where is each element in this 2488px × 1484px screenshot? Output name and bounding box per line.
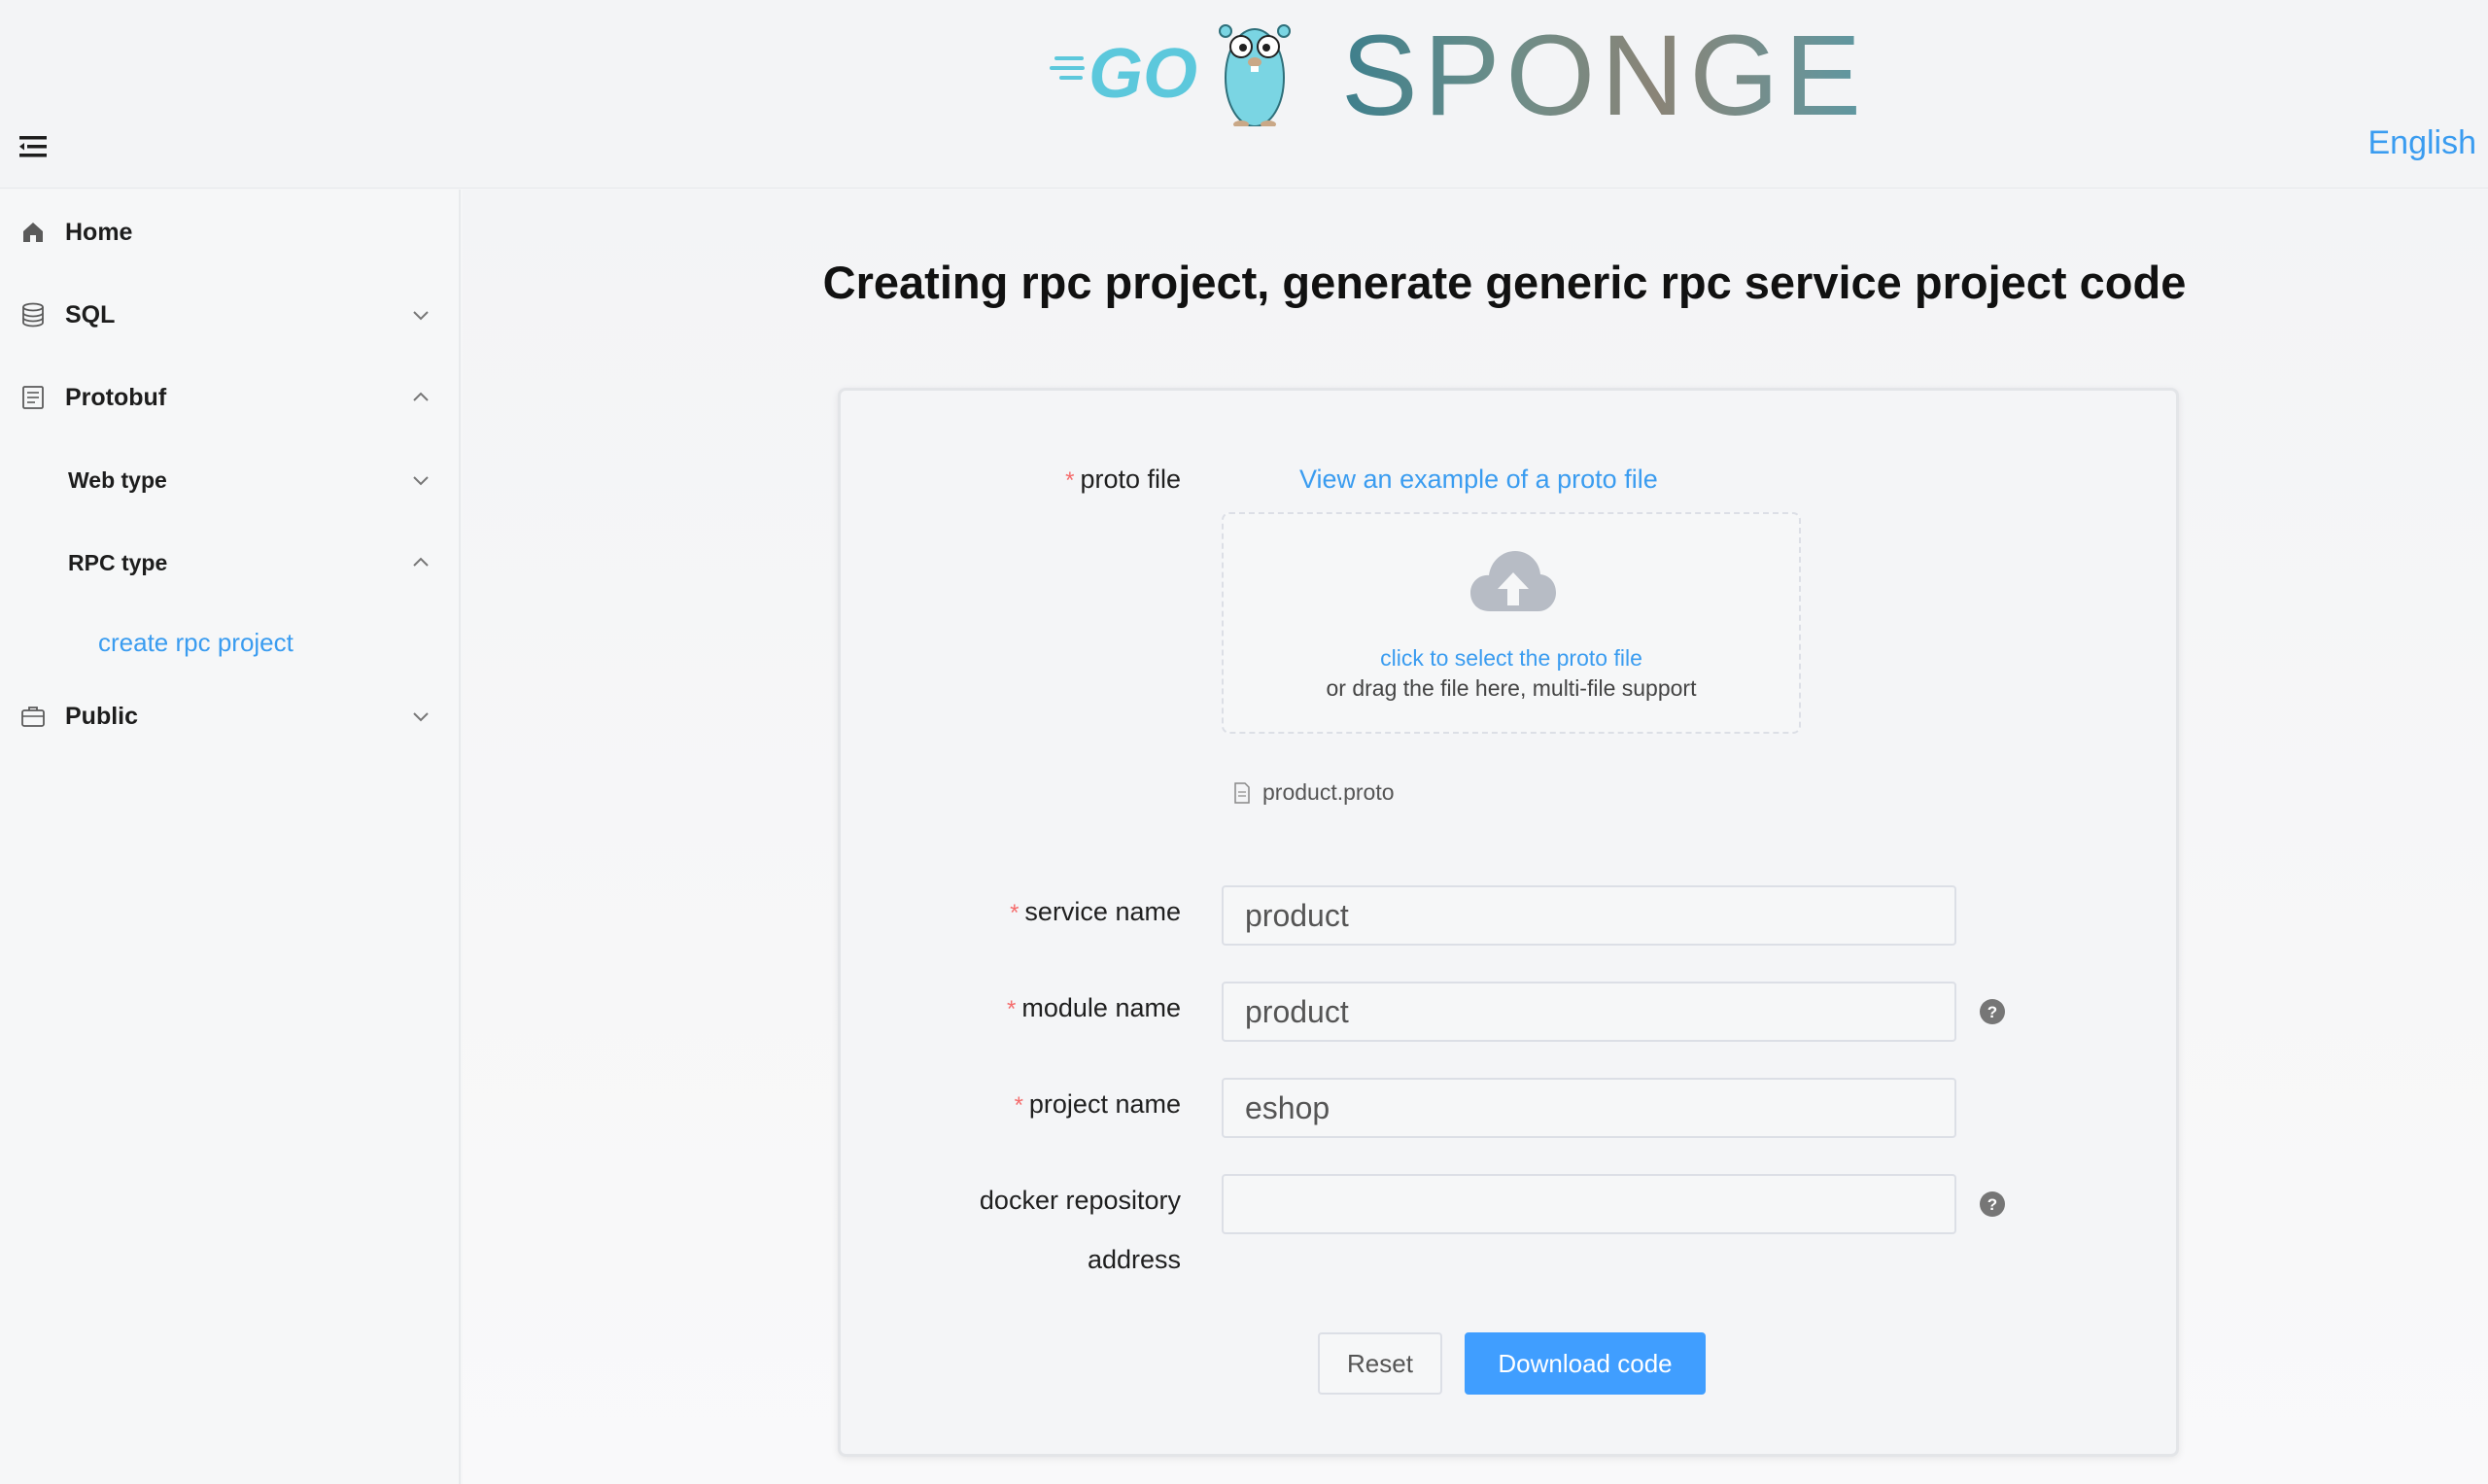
briefcase-icon xyxy=(21,707,45,727)
project-name-input[interactable] xyxy=(1222,1078,1956,1138)
chevron-up-icon xyxy=(413,392,429,401)
svg-text:GO: GO xyxy=(1088,35,1197,113)
database-icon xyxy=(22,302,44,328)
sidebar-item-home[interactable]: Home xyxy=(0,198,459,266)
reset-button[interactable]: Reset xyxy=(1318,1332,1442,1395)
docker-repository-label: docker repository xyxy=(979,1186,1181,1215)
service-name-input[interactable] xyxy=(1222,885,1956,946)
view-proto-example-link[interactable]: View an example of a proto file xyxy=(1299,465,1658,495)
document-icon xyxy=(22,386,44,409)
svg-text:?: ? xyxy=(1987,1003,1997,1021)
module-name-input[interactable] xyxy=(1222,982,1956,1042)
page-title: Creating rpc project, generate generic r… xyxy=(822,257,2187,308)
uploaded-file-name: product.proto xyxy=(1262,779,1395,805)
sidebar-item-create-rpc-project[interactable]: create rpc project xyxy=(0,608,459,676)
uploaded-file-item[interactable]: product.proto xyxy=(1233,779,1395,806)
chevron-up-icon xyxy=(413,557,429,567)
select-proto-file-link[interactable]: click to select the proto file xyxy=(1224,645,1799,672)
sidebar-item-label: RPC type xyxy=(68,549,168,575)
main-content: Creating rpc project, generate generic r… xyxy=(463,190,2488,1484)
chevron-down-icon xyxy=(413,712,429,722)
gopher-mascot xyxy=(1219,24,1291,126)
project-name-label: * project name xyxy=(1014,1089,1181,1119)
sidebar-item-label: Web type xyxy=(68,466,167,493)
sidebar-item-label: create rpc project xyxy=(98,627,294,657)
sponge-logo: GO SPONGE xyxy=(1050,12,1867,126)
sidebar-item-web-type[interactable]: Web type xyxy=(0,446,459,514)
proto-file-upload-area[interactable]: click to select the proto file or drag t… xyxy=(1222,512,1801,734)
cloud-upload-icon xyxy=(1470,551,1556,611)
sidebar: Home SQL Protobuf Web type RPC type crea… xyxy=(0,190,461,1484)
required-asterisk: * xyxy=(1007,996,1017,1022)
file-icon xyxy=(1234,781,1250,804)
required-asterisk: * xyxy=(1014,1092,1023,1119)
service-name-label: * service name xyxy=(1010,897,1181,926)
rpc-project-form: * proto file View an example of a proto f… xyxy=(838,388,2179,1457)
question-help-icon[interactable]: ? xyxy=(1979,998,2006,1025)
module-name-label: * module name xyxy=(1007,993,1181,1022)
docker-repository-input[interactable] xyxy=(1222,1174,1956,1234)
sidebar-item-label: Home xyxy=(65,218,133,246)
sidebar-item-protobuf[interactable]: Protobuf xyxy=(0,363,459,431)
sidebar-item-label: Protobuf xyxy=(65,383,167,411)
proto-file-label: * proto file xyxy=(1065,465,1181,494)
language-switch[interactable]: English xyxy=(2367,124,2476,162)
question-help-icon[interactable]: ? xyxy=(1979,1191,2006,1218)
docker-repository-label-line2: address xyxy=(1087,1245,1181,1274)
svg-text:?: ? xyxy=(1987,1195,1997,1214)
sidebar-item-sql[interactable]: SQL xyxy=(0,281,459,349)
menu-collapse-icon[interactable] xyxy=(17,132,51,161)
required-asterisk: * xyxy=(1065,467,1075,494)
download-code-button[interactable]: Download code xyxy=(1465,1332,1706,1395)
chevron-down-icon xyxy=(413,476,429,486)
app-header: GO SPONGE English xyxy=(0,0,2488,189)
sidebar-item-label: Public xyxy=(65,702,139,730)
sidebar-item-rpc-type[interactable]: RPC type xyxy=(0,529,459,597)
chevron-down-icon xyxy=(413,311,429,321)
svg-text:SPONGE: SPONGE xyxy=(1341,12,1867,126)
sidebar-item-public[interactable]: Public xyxy=(0,682,459,750)
required-asterisk: * xyxy=(1010,900,1019,926)
home-icon xyxy=(23,223,43,242)
upload-hint: or drag the file here, multi-file suppor… xyxy=(1326,675,1697,701)
sidebar-item-label: SQL xyxy=(65,300,116,328)
